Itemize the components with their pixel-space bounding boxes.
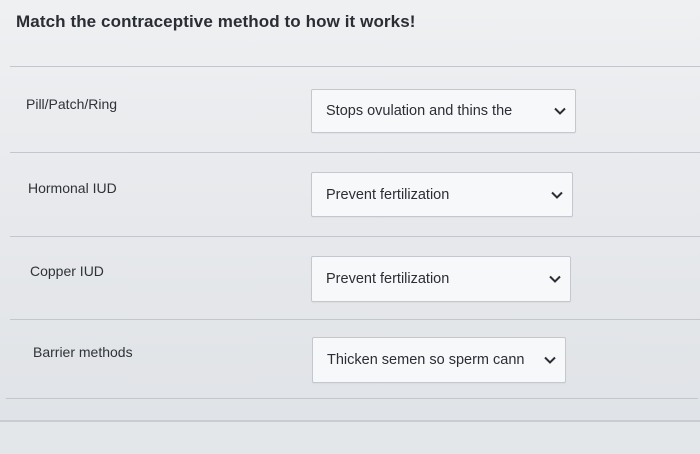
chevron-down-icon [549,275,561,283]
dropdown-value: Prevent fertilization [326,271,450,287]
prompt-label: Barrier methods [33,344,133,360]
divider [6,398,698,421]
chevron-down-icon [551,191,563,199]
dropdown-value: Stops ovulation and thins the [326,103,513,119]
question-title: Match the contraceptive method to how it… [16,12,416,31]
match-row: Copper IUD Prevent fertilization [0,236,700,320]
prompt-label: Pill/Patch/Ring [26,96,118,112]
answer-dropdown[interactable]: Prevent fertilization [311,172,573,217]
dropdown-value: Prevent fertilization [326,186,450,203]
match-row: Barrier methods Thicken semen so sperm c… [0,319,700,403]
answer-dropdown[interactable]: Prevent fertilization [311,256,571,302]
panel-footer [0,420,700,454]
match-row: Pill/Patch/Ring Stops ovulation and thin… [0,66,700,150]
prompt-label: Hormonal IUD [28,180,117,196]
dropdown-value: Thicken semen so sperm cann [327,352,525,368]
prompt-label: Copper IUD [30,263,104,279]
chevron-down-icon [544,356,556,364]
answer-dropdown[interactable]: Thicken semen so sperm cann [312,337,566,383]
chevron-down-icon [554,107,566,115]
match-row: Hormonal IUD Prevent fertilization [0,152,700,236]
answer-dropdown[interactable]: Stops ovulation and thins the [311,89,576,133]
question-panel: Match the contraceptive method to how it… [0,0,700,454]
